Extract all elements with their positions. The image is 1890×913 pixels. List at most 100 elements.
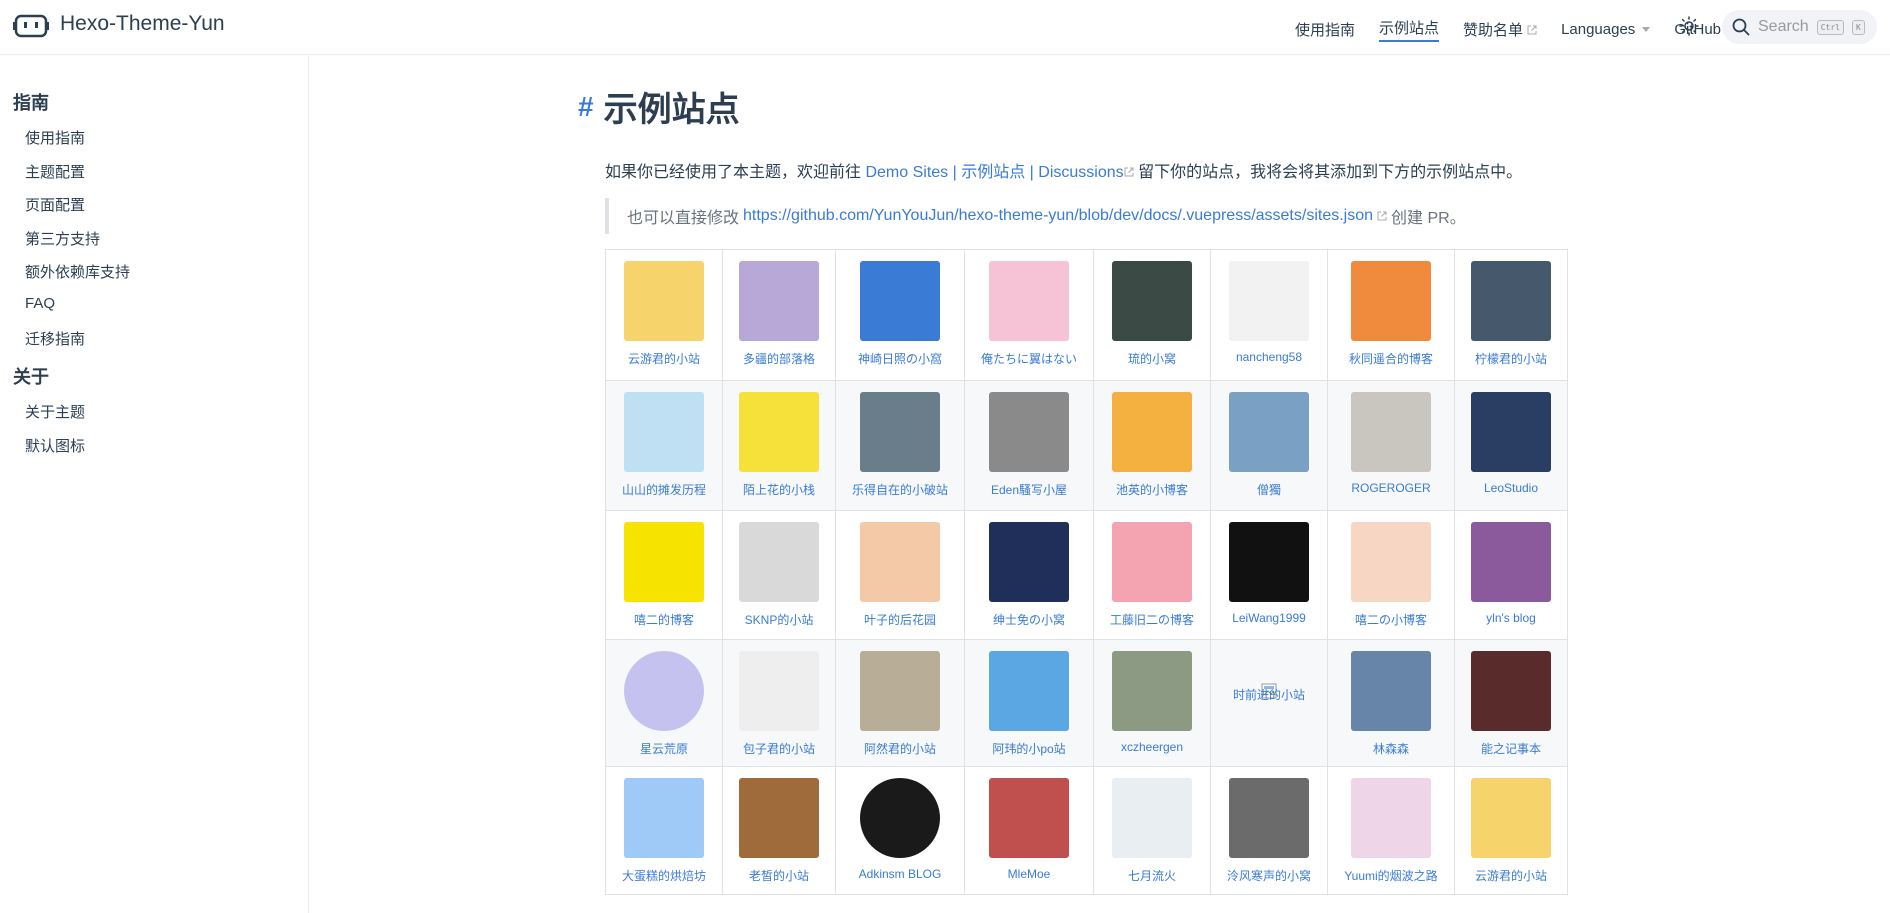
site-name-label[interactable]: yln's blog [1486, 611, 1536, 625]
site-avatar[interactable] [624, 392, 704, 472]
demo-sites-link[interactable]: Demo Sites | 示例站点 | Discussions [865, 164, 1123, 181]
site-link[interactable]: 琉的小窝 [1094, 250, 1210, 380]
site-avatar[interactable] [1471, 778, 1551, 858]
site-name-label[interactable]: 嘻二的博客 [634, 611, 694, 628]
site-name-label[interactable]: 僧獨 [1257, 481, 1281, 498]
sidebar-item-about-theme[interactable]: 关于主题 [25, 401, 85, 422]
site-name-label[interactable]: 池英的小博客 [1116, 481, 1188, 498]
site-avatar[interactable] [1112, 522, 1192, 602]
site-avatar[interactable] [1229, 261, 1309, 341]
nav-link-languages[interactable]: Languages [1561, 21, 1651, 38]
site-name-label[interactable]: 包子君的小站 [743, 740, 815, 757]
site-avatar[interactable] [1471, 261, 1551, 341]
site-name-label[interactable]: 能之记事本 [1481, 740, 1541, 757]
site-avatar[interactable] [739, 392, 819, 472]
site-avatar[interactable] [1471, 392, 1551, 472]
site-link[interactable]: 叶子的后花园 [836, 511, 964, 639]
site-name-label[interactable]: 嘻二の小博客 [1355, 611, 1427, 628]
sidebar-item-migration[interactable]: 迁移指南 [25, 328, 85, 349]
site-name-label[interactable]: 绅士免の小窝 [993, 611, 1065, 628]
site-name-label[interactable]: Eden騷写小屋 [991, 481, 1067, 498]
site-link[interactable]: Adkinsm BLOG [836, 767, 964, 894]
site-link[interactable]: 泠风寒声的小窝 [1211, 767, 1327, 894]
site-link[interactable]: 俺たちに翼はない [965, 250, 1093, 380]
site-name-label[interactable]: 星云荒原 [640, 740, 688, 757]
site-name-label[interactable]: 云游君的小站 [628, 350, 700, 367]
site-link[interactable]: MleMoe [965, 767, 1093, 894]
site-link[interactable]: 阿然君的小站 [836, 640, 964, 766]
site-name-label[interactable]: 时前进的小站 [1233, 686, 1305, 703]
site-avatar[interactable] [739, 778, 819, 858]
site-link[interactable]: 神崎日照の小窩 [836, 250, 964, 380]
site-link[interactable]: 嘻二的博客 [606, 511, 722, 639]
site-link[interactable]: 僧獨 [1211, 381, 1327, 510]
site-link[interactable]: 工藤旧二の博客 [1094, 511, 1210, 639]
site-avatar[interactable] [1351, 522, 1431, 602]
site-name-label[interactable]: LeoStudio [1484, 481, 1538, 495]
site-name-label[interactable]: 阿然君的小站 [864, 740, 936, 757]
sun-icon[interactable] [1678, 15, 1700, 37]
site-name-label[interactable]: 林森森 [1373, 740, 1409, 757]
site-avatar[interactable] [739, 651, 819, 731]
site-name-label[interactable]: 俺たちに翼はない [981, 350, 1077, 367]
site-avatar[interactable] [860, 522, 940, 602]
site-name-label[interactable]: MleMoe [1008, 867, 1051, 881]
site-link[interactable]: nancheng58 [1211, 250, 1327, 380]
site-link[interactable]: 七月流火 [1094, 767, 1210, 894]
site-avatar[interactable] [739, 261, 819, 341]
site-avatar[interactable] [989, 778, 1069, 858]
site-avatar[interactable] [1229, 392, 1309, 472]
site-link[interactable]: 云游君的小站 [606, 250, 722, 380]
site-name-label[interactable]: 叶子的后花园 [864, 611, 936, 628]
site-name-label[interactable]: 大蛋糕的烘焙坊 [622, 867, 706, 884]
nav-link-sponsors[interactable]: 赞助名单 [1463, 19, 1537, 40]
sites-json-link[interactable]: https://github.com/YunYouJun/hexo-theme-… [743, 207, 1373, 225]
site-link[interactable]: LeiWang1999 [1211, 511, 1327, 639]
site-name-label[interactable]: 神崎日照の小窩 [858, 350, 942, 367]
site-link[interactable]: 嘻二の小博客 [1328, 511, 1454, 639]
sidebar-item-default-icons[interactable]: 默认图标 [25, 435, 85, 456]
site-name-label[interactable]: 泠风寒声的小窝 [1227, 867, 1311, 884]
site-avatar[interactable] [624, 778, 704, 858]
site-avatar[interactable] [989, 522, 1069, 602]
cloud-logo-icon[interactable] [13, 13, 49, 39]
site-link[interactable]: 阿玮的小po站 [965, 640, 1093, 766]
site-name-label[interactable]: 陌上花的小栈 [743, 481, 815, 498]
site-name-label[interactable]: 多疆的部落格 [743, 350, 815, 367]
nav-link-guide[interactable]: 使用指南 [1295, 19, 1355, 40]
site-link[interactable]: 云游君的小站 [1455, 767, 1567, 894]
site-name-label[interactable]: ROGEROGER [1351, 481, 1430, 495]
site-avatar[interactable] [860, 778, 940, 858]
site-name-label[interactable]: 工藤旧二の博客 [1110, 611, 1194, 628]
site-name-label[interactable]: 阿玮的小po站 [992, 740, 1065, 757]
site-link[interactable]: 乐得自在的小破站 [836, 381, 964, 510]
site-avatar[interactable] [1112, 778, 1192, 858]
sidebar-heading-guide[interactable]: 指南 [13, 89, 49, 115]
site-avatar[interactable] [1112, 651, 1192, 731]
site-avatar[interactable] [624, 522, 704, 602]
site-name-label[interactable]: 柠檬君的小站 [1475, 350, 1547, 367]
site-name-label[interactable]: nancheng58 [1236, 350, 1302, 364]
site-link[interactable]: 大蛋糕的烘焙坊 [606, 767, 722, 894]
site-link[interactable]: 山山的摊发历程 [606, 381, 722, 510]
site-link[interactable]: xczheergen [1094, 640, 1210, 766]
site-link[interactable]: 多疆的部落格 [723, 250, 835, 380]
site-link[interactable]: LeoStudio [1455, 381, 1567, 510]
site-link[interactable]: 绅士免の小窝 [965, 511, 1093, 639]
site-link[interactable]: Yuumi的烟波之路 [1328, 767, 1454, 894]
site-link[interactable]: ROGEROGER [1328, 381, 1454, 510]
site-avatar[interactable] [1351, 651, 1431, 731]
sidebar-item-usage-guide[interactable]: 使用指南 [25, 127, 85, 148]
site-name-label[interactable]: 琉的小窝 [1128, 350, 1176, 367]
site-name-label[interactable]: 七月流火 [1128, 867, 1176, 884]
sidebar-heading-about[interactable]: 关于 [13, 363, 49, 389]
nav-link-demo-sites[interactable]: 示例站点 [1379, 17, 1440, 42]
sidebar-item-faq[interactable]: FAQ [25, 295, 55, 312]
site-avatar[interactable] [624, 651, 704, 731]
site-link[interactable]: 林森森 [1328, 640, 1454, 766]
sidebar-item-theme-config[interactable]: 主题配置 [25, 161, 85, 182]
site-name-label[interactable]: SKNP的小站 [745, 611, 814, 628]
site-name-label[interactable]: LeiWang1999 [1232, 611, 1306, 625]
site-avatar[interactable] [1112, 261, 1192, 341]
site-avatar[interactable] [989, 651, 1069, 731]
